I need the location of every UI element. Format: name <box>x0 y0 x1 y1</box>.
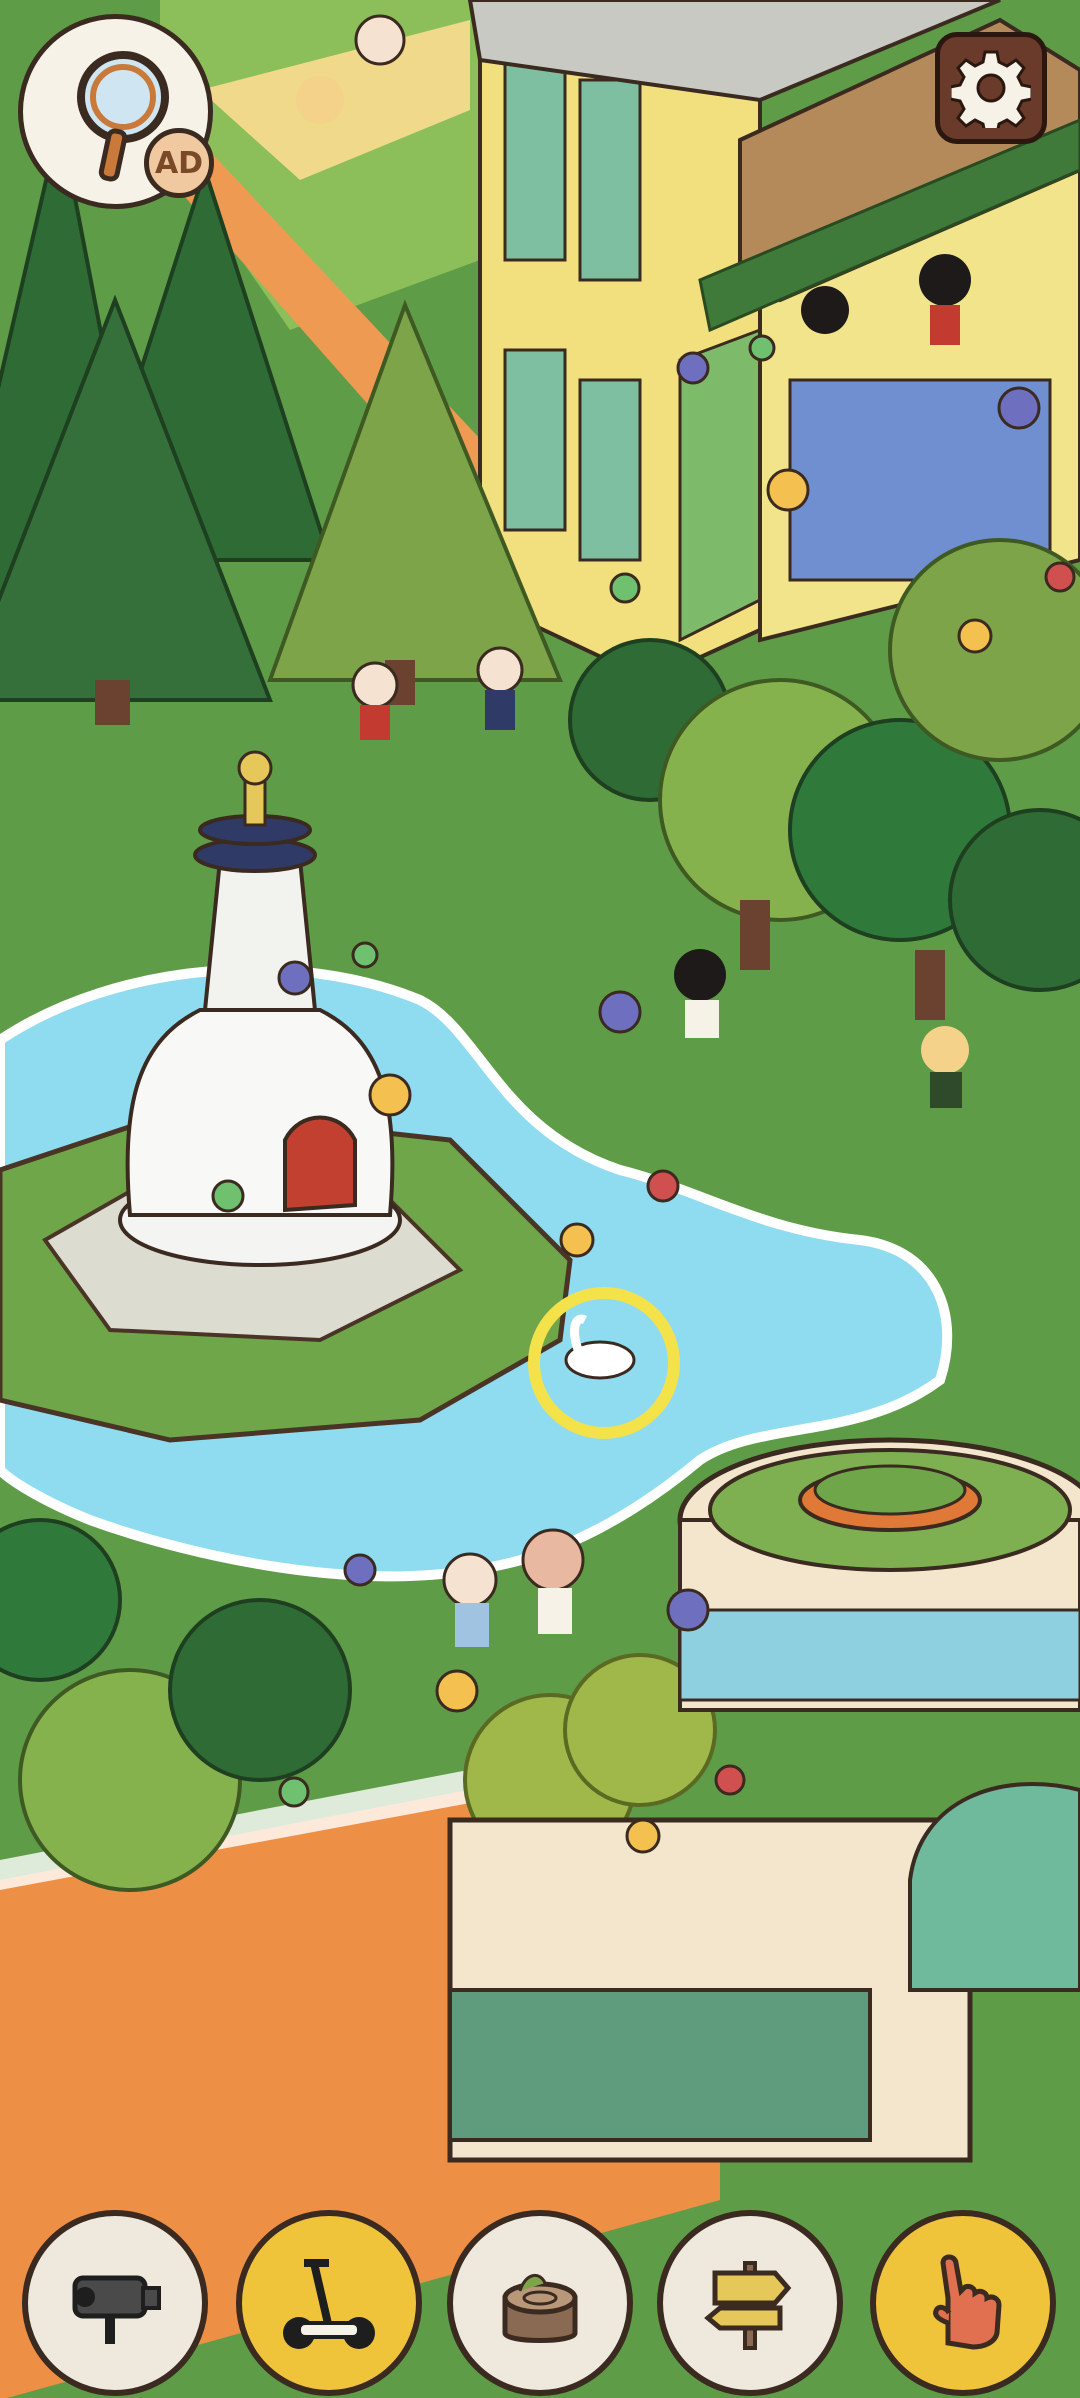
item-toolbar <box>0 2198 1080 2398</box>
settings-button[interactable] <box>935 32 1047 144</box>
gear-icon <box>951 50 1031 128</box>
tool-pointing-hand[interactable] <box>870 2210 1056 2396</box>
game-scene[interactable] <box>0 0 1080 2398</box>
tree-stump-icon <box>502 2274 578 2343</box>
tool-security-camera[interactable] <box>22 2210 208 2396</box>
signpost-icon <box>704 2261 792 2350</box>
tool-segway[interactable] <box>236 2210 422 2396</box>
segway-icon <box>283 2259 375 2349</box>
ad-badge: AD <box>144 128 214 198</box>
pointing-hand-icon <box>933 2254 1002 2350</box>
security-camera-icon <box>72 2275 161 2344</box>
hint-magnifier-button[interactable]: AD <box>18 14 214 209</box>
tool-tree-stump[interactable] <box>447 2210 633 2396</box>
tool-signpost[interactable] <box>657 2210 843 2396</box>
